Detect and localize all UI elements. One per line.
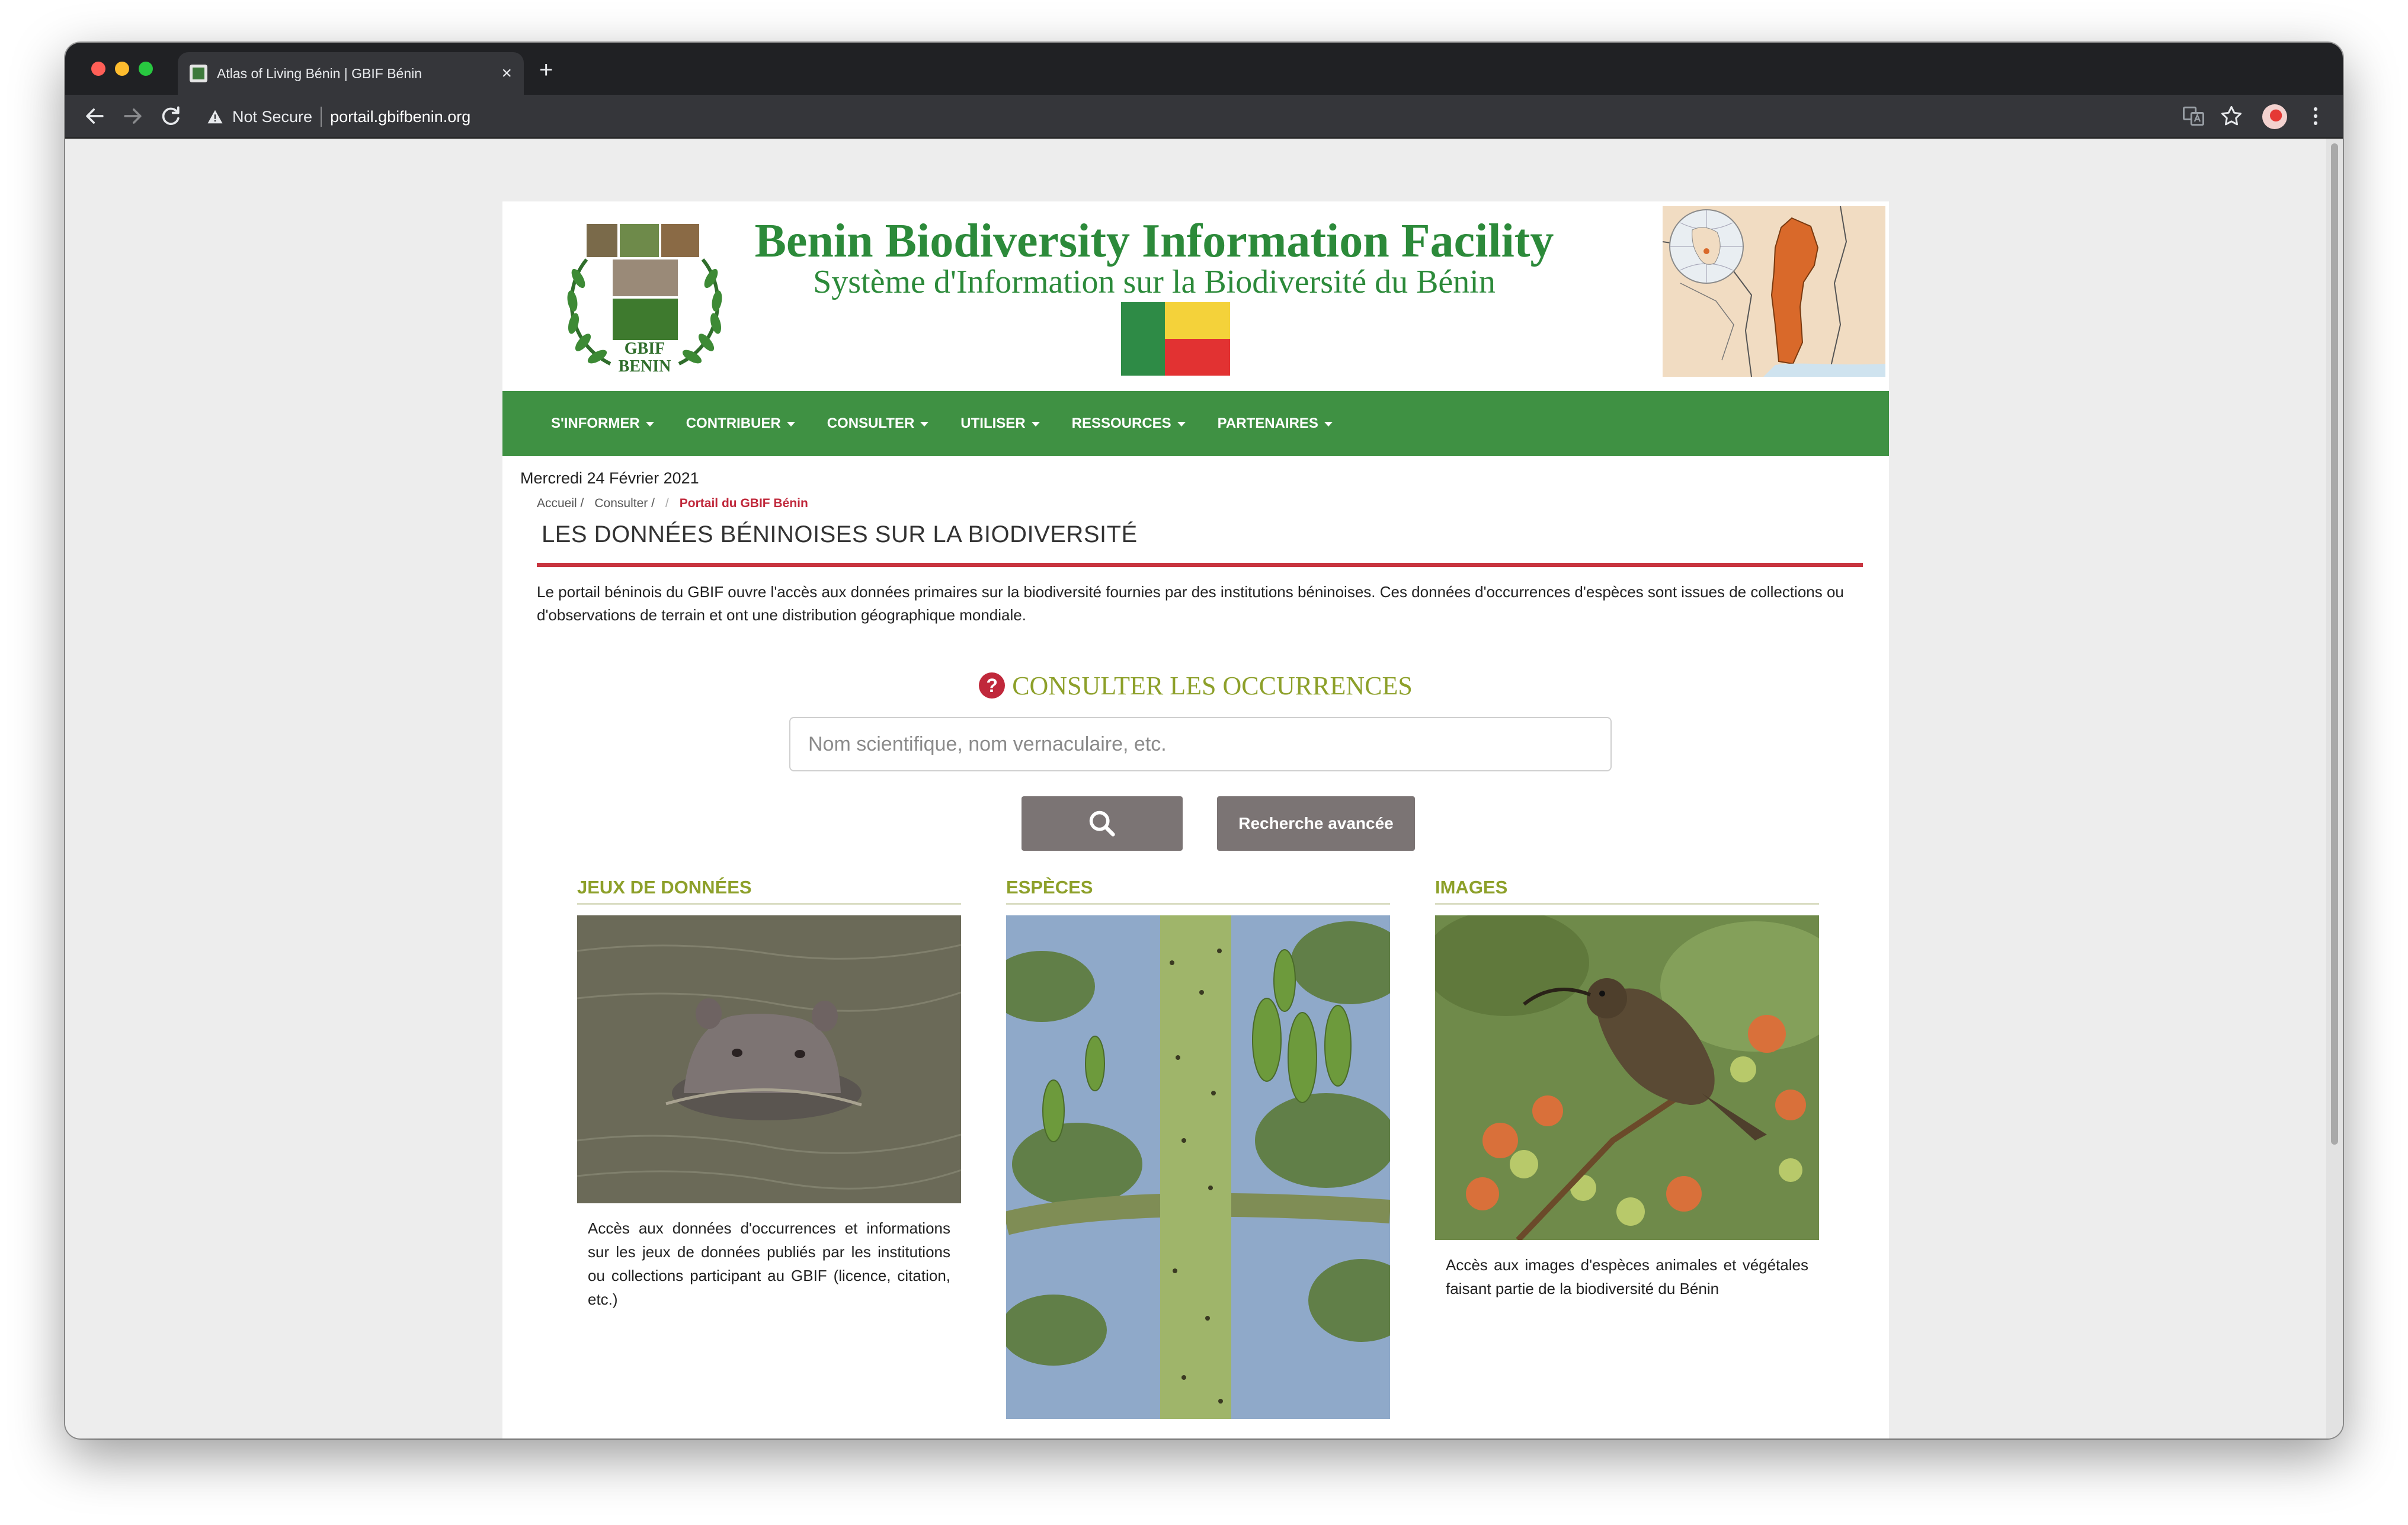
back-button[interactable] bbox=[82, 103, 108, 129]
benin-location-map bbox=[1663, 206, 1885, 377]
warning-icon bbox=[206, 108, 224, 126]
new-tab-button[interactable]: + bbox=[539, 58, 553, 82]
security-label: Not Secure bbox=[232, 107, 313, 126]
forward-arrow-icon bbox=[124, 108, 142, 124]
nav-item-sinformer[interactable]: S'INFORMER bbox=[551, 415, 654, 432]
datasets-title[interactable]: JEUX DE DONNÉES bbox=[577, 877, 961, 898]
favicon-icon bbox=[190, 65, 207, 82]
caret-down-icon bbox=[1324, 421, 1333, 427]
benin-flag bbox=[1121, 302, 1230, 376]
nav-label: S'INFORMER bbox=[551, 415, 640, 431]
caret-down-icon bbox=[1177, 421, 1186, 427]
card-divider bbox=[1006, 903, 1390, 905]
flag-yellow-stripe bbox=[1165, 302, 1230, 339]
nav-label: CONTRIBUER bbox=[686, 415, 781, 431]
datasets-photo[interactable] bbox=[577, 915, 961, 1203]
breadcrumb-current: Portail du GBIF Bénin bbox=[679, 496, 808, 510]
caret-down-icon bbox=[645, 421, 654, 427]
logo-text-benin: BENIN bbox=[618, 357, 671, 376]
flag-red-stripe bbox=[1165, 339, 1230, 376]
reload-icon bbox=[162, 106, 180, 125]
species-photo[interactable] bbox=[1006, 915, 1390, 1419]
flag-green-stripe bbox=[1121, 302, 1165, 376]
species-card: ESPÈCES bbox=[1006, 877, 1390, 1432]
tab-title: Atlas of Living Bénin | GBIF Bénin bbox=[217, 65, 422, 81]
forward-button[interactable] bbox=[120, 103, 146, 129]
map-icon bbox=[1663, 206, 1885, 377]
images-card: IMAGES Accès aux images d'espèces animal… bbox=[1435, 877, 1819, 1300]
datasets-description: Accès aux données d'occurrences et infor… bbox=[588, 1219, 950, 1308]
url-text[interactable]: portail.gbifbenin.org bbox=[330, 108, 470, 126]
caret-down-icon bbox=[1031, 421, 1040, 427]
breadcrumb: Accueil / Consulter / / Portail du GBIF … bbox=[537, 496, 808, 511]
nav-item-contribuer[interactable]: CONTRIBUER bbox=[686, 415, 795, 432]
maximize-window-button[interactable] bbox=[139, 62, 153, 76]
card-divider bbox=[1435, 903, 1819, 905]
logo-text-gbif: GBIF bbox=[624, 339, 665, 358]
nav-item-ressources[interactable]: RESSOURCES bbox=[1072, 415, 1186, 432]
kapok-tree-photo-icon bbox=[1006, 915, 1390, 1419]
caret-down-icon bbox=[920, 421, 929, 427]
images-photo[interactable] bbox=[1435, 915, 1819, 1240]
back-arrow-icon bbox=[86, 108, 104, 124]
search-icon bbox=[1089, 810, 1115, 837]
page-scrollbar[interactable] bbox=[2326, 139, 2343, 1439]
scrollbar-thumb[interactable] bbox=[2331, 143, 2338, 1145]
occurrences-heading: ? CONSULTER LES OCCURRENCES bbox=[502, 671, 1889, 701]
site-subtitle: Système d'Information sur la Biodiversit… bbox=[813, 264, 1496, 300]
tab-close-button[interactable]: × bbox=[501, 65, 512, 82]
nav-label: PARTENAIRES bbox=[1217, 415, 1318, 431]
current-date: Mercredi 24 Février 2021 bbox=[520, 469, 699, 487]
datasets-card: JEUX DE DONNÉES Accès aux données d'occu… bbox=[577, 877, 961, 1311]
site-header: GBIF BENIN Benin Biodiversity Informatio… bbox=[502, 201, 1889, 391]
browser-titlebar: Atlas of Living Bénin | GBIF Bénin × + bbox=[65, 43, 2343, 95]
browser-tab[interactable]: Atlas of Living Bénin | GBIF Bénin × bbox=[178, 52, 524, 95]
nav-item-partenaires[interactable]: PARTENAIRES bbox=[1218, 415, 1333, 432]
search-button[interactable] bbox=[1022, 796, 1183, 851]
browser-window: Atlas of Living Bénin | GBIF Bénin × + N… bbox=[65, 43, 2343, 1439]
nav-label: RESSOURCES bbox=[1071, 415, 1171, 431]
close-window-button[interactable] bbox=[91, 62, 105, 76]
breadcrumb-consulter[interactable]: Consulter / bbox=[594, 496, 655, 511]
images-title[interactable]: IMAGES bbox=[1435, 877, 1819, 898]
card-divider bbox=[577, 903, 961, 905]
nav-item-consulter[interactable]: CONSULTER bbox=[827, 415, 929, 432]
intro-paragraph: Le portail béninois du GBIF ouvre l'accè… bbox=[537, 583, 1844, 624]
address-separator bbox=[321, 107, 322, 127]
species-search-input[interactable] bbox=[789, 717, 1612, 771]
profile-avatar[interactable] bbox=[2262, 104, 2287, 129]
browser-toolbar: Not Secure portail.gbifbenin.org bbox=[65, 95, 2343, 139]
menu-kebab-icon[interactable] bbox=[2303, 103, 2329, 129]
help-question-icon[interactable]: ? bbox=[979, 672, 1006, 699]
page-viewport: GBIF BENIN Benin Biodiversity Informatio… bbox=[65, 139, 2343, 1439]
breadcrumb-separator: / bbox=[665, 496, 669, 510]
address-bar[interactable]: Not Secure portail.gbifbenin.org bbox=[196, 101, 2234, 133]
nav-label: CONSULTER bbox=[827, 415, 915, 431]
advanced-search-button[interactable]: Recherche avancée bbox=[1217, 796, 1415, 851]
minimize-window-button[interactable] bbox=[115, 62, 129, 76]
page-title: LES DONNÉES BÉNINOISES SUR LA BIODIVERSI… bbox=[542, 521, 1138, 547]
nav-label: UTILISER bbox=[960, 415, 1026, 431]
species-title[interactable]: ESPÈCES bbox=[1006, 877, 1390, 898]
title-underline bbox=[537, 563, 1863, 567]
site-title: Benin Biodiversity Information Facility bbox=[754, 215, 1554, 267]
caret-down-icon bbox=[786, 421, 795, 427]
sunbird-photo-icon bbox=[1435, 915, 1819, 1240]
breadcrumb-home[interactable]: Accueil / bbox=[537, 496, 584, 511]
hippo-photo-icon bbox=[577, 915, 961, 1203]
page-container: GBIF BENIN Benin Biodiversity Informatio… bbox=[502, 201, 1889, 1439]
nav-item-utiliser[interactable]: UTILISER bbox=[960, 415, 1040, 432]
translate-icon[interactable] bbox=[2180, 103, 2207, 129]
reload-button[interactable] bbox=[158, 103, 184, 129]
bookmark-star-icon[interactable] bbox=[2218, 103, 2244, 129]
main-nav: S'INFORMER CONTRIBUER CONSULTER UTILISER… bbox=[502, 391, 1889, 456]
images-description: Accès aux images d'espèces animales et v… bbox=[1446, 1256, 1808, 1297]
occurrences-heading-text: CONSULTER LES OCCURRENCES bbox=[1012, 671, 1413, 700]
